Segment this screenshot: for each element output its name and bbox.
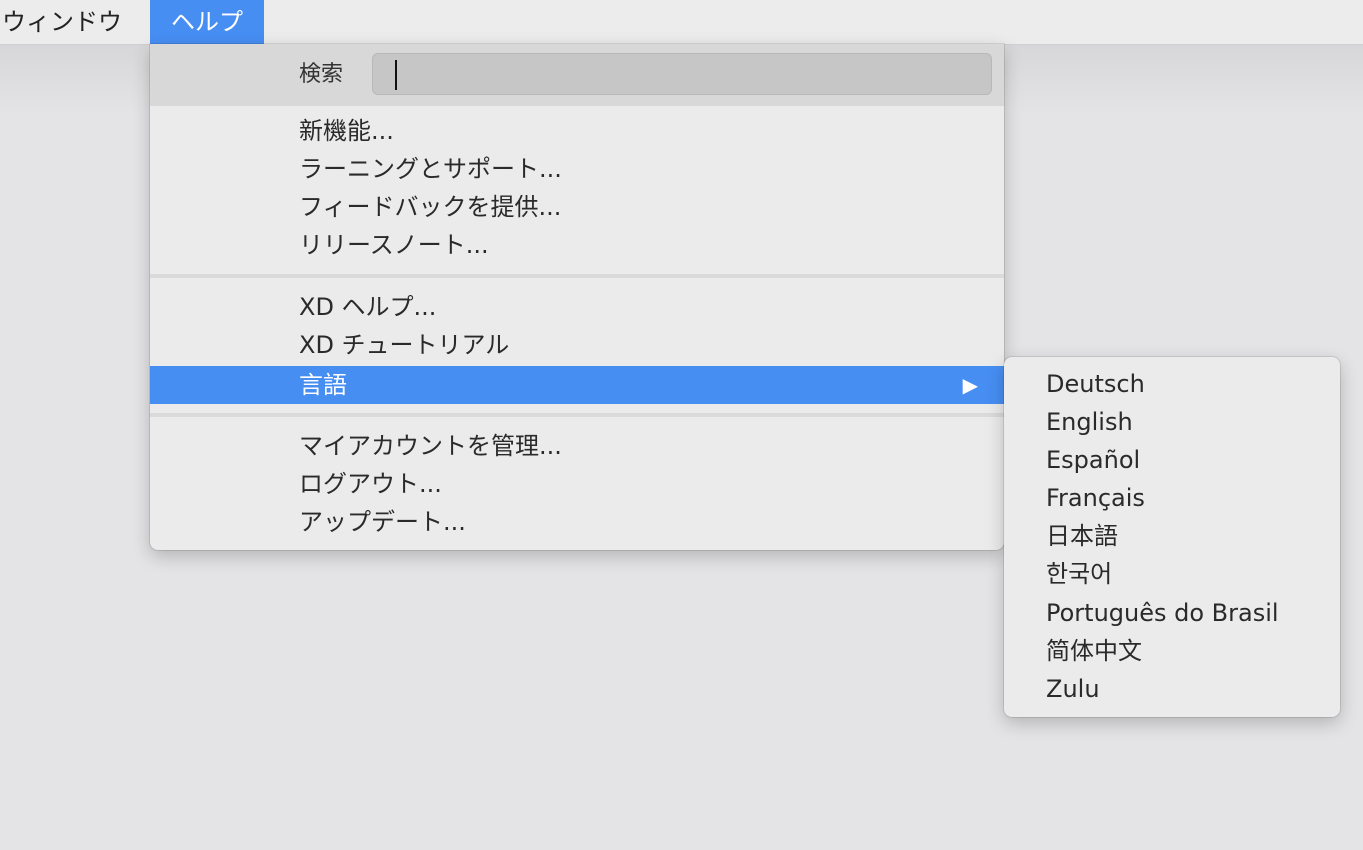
search-label: 検索 — [299, 62, 344, 87]
menu-item-manage-account[interactable]: マイアカウントを管理... — [150, 427, 1004, 465]
menu-item-label: XD チュートリアル — [299, 331, 510, 359]
menu-item-language[interactable]: 言語 ▶ — [150, 366, 1004, 404]
language-item-label: Português do Brasil — [1046, 599, 1279, 627]
language-item-label: Zulu — [1046, 675, 1100, 703]
language-submenu: Deutsch English Español Français 日本語 한국어… — [1004, 357, 1340, 717]
menu-item-xd-help[interactable]: XD ヘルプ... — [150, 288, 1004, 326]
language-item-label: 简体中文 — [1046, 637, 1142, 665]
search-input[interactable] — [372, 53, 992, 95]
menu-item-release-notes[interactable]: リリースノート... — [150, 226, 1004, 264]
menubar-item-window[interactable]: ウィンドウ — [0, 0, 147, 44]
language-item-deutsch[interactable]: Deutsch — [1004, 365, 1340, 403]
menu-item-label: ラーニングとサポート... — [299, 155, 562, 183]
language-item-korean[interactable]: 한국어 — [1004, 555, 1340, 593]
menu-item-label: ログアウト... — [299, 470, 442, 498]
menu-item-whats-new[interactable]: 新機能... — [150, 112, 1004, 150]
menu-item-label: マイアカウントを管理... — [299, 432, 562, 460]
submenu-arrow-icon: ▶ — [962, 373, 978, 397]
language-item-zulu[interactable]: Zulu — [1004, 670, 1340, 708]
language-item-label: 한국어 — [1046, 560, 1113, 588]
language-item-label: English — [1046, 408, 1133, 436]
menu-separator — [150, 413, 1004, 417]
menu-item-label: フィードバックを提供... — [299, 193, 562, 221]
menu-item-logout[interactable]: ログアウト... — [150, 465, 1004, 503]
menu-bar: ウィンドウ ヘルプ — [0, 0, 1363, 45]
menu-item-update[interactable]: アップデート... — [150, 503, 1004, 541]
menu-item-label: 言語 — [299, 371, 347, 399]
text-caret — [395, 60, 397, 90]
language-item-espanol[interactable]: Español — [1004, 441, 1340, 479]
language-item-label: 日本語 — [1046, 522, 1118, 550]
menu-item-feedback[interactable]: フィードバックを提供... — [150, 188, 1004, 226]
menu-item-label: 新機能... — [299, 117, 394, 145]
menu-item-learning-support[interactable]: ラーニングとサポート... — [150, 150, 1004, 188]
menu-item-label: リリースノート... — [299, 231, 489, 259]
menu-item-xd-tutorials[interactable]: XD チュートリアル — [150, 326, 1004, 364]
language-item-francais[interactable]: Français — [1004, 479, 1340, 517]
menubar-item-help[interactable]: ヘルプ — [150, 0, 264, 44]
language-item-japanese[interactable]: 日本語 — [1004, 517, 1340, 555]
help-search-row: 検索 — [150, 44, 1004, 106]
language-item-simplified-chinese[interactable]: 简体中文 — [1004, 632, 1340, 670]
language-item-portuguese-brazil[interactable]: Português do Brasil — [1004, 594, 1340, 632]
menu-item-label: アップデート... — [299, 508, 466, 536]
language-item-label: Deutsch — [1046, 370, 1145, 398]
menu-separator — [150, 274, 1004, 278]
language-item-label: Français — [1046, 484, 1145, 512]
menu-item-label: XD ヘルプ... — [299, 293, 437, 321]
language-item-english[interactable]: English — [1004, 403, 1340, 441]
language-item-label: Español — [1046, 446, 1141, 474]
help-menu: 検索 新機能... ラーニングとサポート... フィードバックを提供... リリ… — [150, 44, 1004, 550]
